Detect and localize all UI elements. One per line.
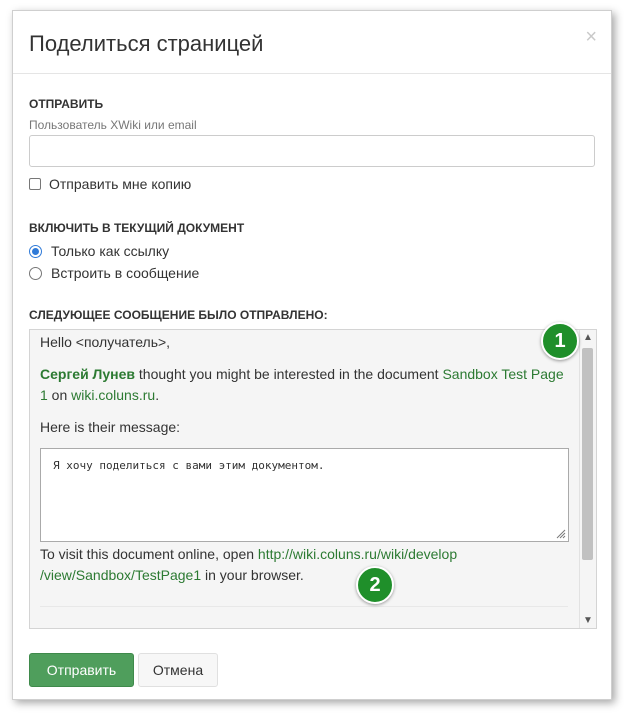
visit-paragraph: To visit this document online, open http… [40,544,568,586]
radio-link-only-control[interactable] [29,244,42,258]
sender-name-link[interactable]: Сергей Лунев [40,366,135,382]
send-copy-label: Отправить мне копию [49,176,192,192]
radio-link-only[interactable]: Только как ссылку [29,243,169,259]
scroll-up-icon[interactable]: ▲ [583,332,593,343]
site-link[interactable]: wiki.coluns.ru [71,387,155,403]
url-link-part2[interactable]: /view/Sandbox/TestPage1 [40,567,201,583]
period-text: . [155,387,160,403]
send-button[interactable]: Отправить [29,653,134,687]
visit-text: To visit this document online, open [40,546,258,562]
annotation-badge-2: 2 [356,566,394,604]
preview-content: Hello <получатель>, Сергей Лунев thought… [40,330,568,438]
intro-paragraph: Сергей Лунев thought you might be intere… [40,364,568,406]
browser-text: in your browser. [201,567,304,583]
dialog-header: Поделиться страницей × [13,11,611,74]
include-heading: ВКЛЮЧИТЬ В ТЕКУЩИЙ ДОКУМЕНТ [29,221,245,235]
send-copy-checkbox[interactable] [29,178,41,190]
annotation-badge-1: 1 [541,322,579,360]
close-icon[interactable]: × [585,27,597,47]
on-text: on [47,387,72,403]
preview-scrollbar[interactable]: ▲ ▼ [579,330,596,628]
radio-embed-label: Встроить в сообщение [51,265,200,281]
recipient-hint: Пользователь XWiki или email [29,118,197,132]
scroll-down-icon[interactable]: ▼ [583,615,593,626]
resize-grip-icon[interactable] [556,529,566,539]
message-preview: Hello <получатель>, Сергей Лунев thought… [29,329,597,629]
greeting: Hello <получатель>, [40,334,171,350]
send-copy-row[interactable]: Отправить мне копию [29,176,191,192]
preview-divider [40,606,568,607]
their-message-label: Here is their message: [40,419,181,435]
dialog-title: Поделиться страницей [29,31,264,56]
message-textarea[interactable]: Я хочу поделиться с вами этим документом… [40,448,569,542]
send-heading: ОТПРАВИТЬ [29,97,104,111]
share-page-dialog: Поделиться страницей × ОТПРАВИТЬ Пользов… [12,10,612,700]
cancel-button[interactable]: Отмена [138,653,218,687]
thought-text: thought you might be interested in the d… [135,366,443,382]
recipient-input[interactable] [29,135,595,167]
preview-heading: СЛЕДУЮЩЕЕ СООБЩЕНИЕ БЫЛО ОТПРАВЛЕНО: [29,308,328,322]
radio-embed-control[interactable] [29,266,42,280]
url-link-part1[interactable]: http://wiki.coluns.ru/wiki/develop [258,546,457,562]
radio-link-only-label: Только как ссылку [51,243,170,259]
scrollbar-thumb[interactable] [582,348,593,560]
message-text: Я хочу поделиться с вами этим документом… [53,459,325,472]
radio-embed[interactable]: Встроить в сообщение [29,265,199,281]
